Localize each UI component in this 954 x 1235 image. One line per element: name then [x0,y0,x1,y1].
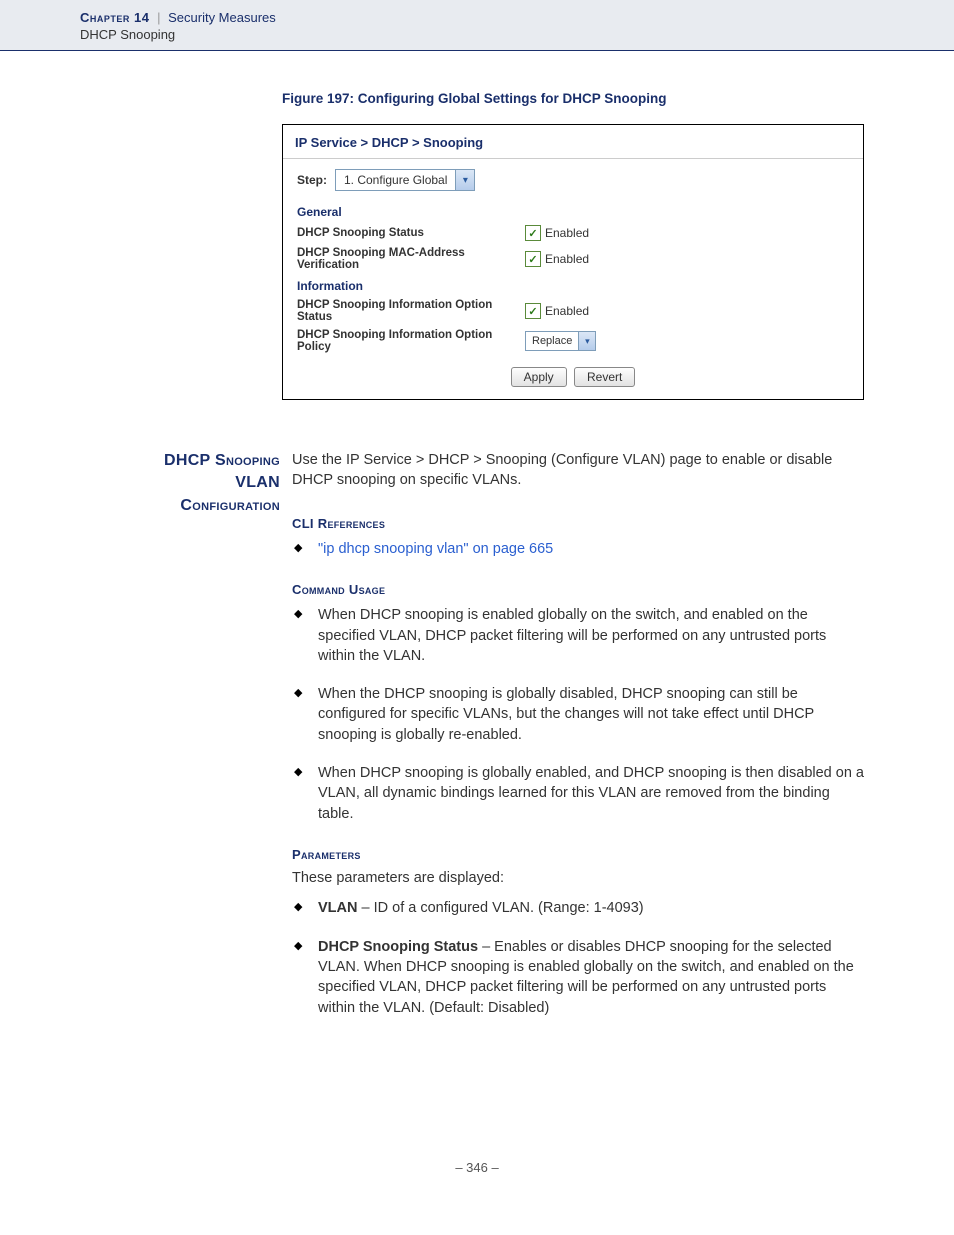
checkbox-mac[interactable]: ✓ [525,251,541,267]
row-label-opt-policy: DHCP Snooping Information Option Policy [297,329,525,353]
list-item: When DHCP snooping is globally enabled, … [292,763,864,824]
list-item: VLAN – ID of a configured VLAN. (Range: … [292,898,864,918]
step-dropdown[interactable]: 1. Configure Global ▾ [335,169,475,191]
side-title-line1: DHCP Snooping [80,450,280,472]
list-item: When the DHCP snooping is globally disab… [292,684,864,745]
parameters-intro: These parameters are displayed: [292,868,864,888]
side-title-line2: VLAN [80,472,280,494]
chapter-label: Chapter 14 [80,10,149,25]
parameters-heading: Parameters [292,846,864,864]
page-number: – 346 – [0,1160,954,1175]
section-intro: Use the IP Service > DHCP > Snooping (Co… [292,450,864,491]
enabled-label: Enabled [545,226,589,240]
checkbox-status[interactable]: ✓ [525,225,541,241]
command-usage-heading: Command Usage [292,581,864,599]
chevron-down-icon: ▾ [455,170,474,190]
apply-button[interactable]: Apply [511,367,567,387]
policy-dropdown[interactable]: Replace ▾ [525,331,596,351]
page-header: Chapter 14 | Security Measures DHCP Snoo… [0,0,954,51]
side-title-line3: Configuration [80,495,280,517]
cli-references-heading: CLI References [292,515,864,533]
param-name: DHCP Snooping Status [318,939,478,955]
information-heading: Information [297,279,849,293]
row-label-opt-status: DHCP Snooping Information Option Status [297,299,525,323]
header-separator: | [157,10,160,25]
figure-breadcrumb: IP Service > DHCP > Snooping [283,125,863,159]
row-label-status: DHCP Snooping Status [297,227,525,239]
list-item: DHCP Snooping Status – Enables or disabl… [292,937,864,1018]
policy-dropdown-value: Replace [526,335,578,347]
section-side-title: DHCP Snooping VLAN Configuration [80,450,280,1040]
revert-button[interactable]: Revert [574,367,635,387]
row-label-mac: DHCP Snooping MAC-Address Verification [297,247,525,271]
section-label: Security Measures [168,10,276,25]
general-heading: General [297,205,849,219]
checkbox-opt-status[interactable]: ✓ [525,303,541,319]
list-item: "ip dhcp snooping vlan" on page 665 [292,539,864,559]
enabled-label: Enabled [545,304,589,318]
param-name: VLAN [318,900,357,916]
enabled-label: Enabled [545,252,589,266]
figure-caption: Figure 197: Configuring Global Settings … [282,91,954,106]
figure-panel: IP Service > DHCP > Snooping Step: 1. Co… [282,124,864,400]
chevron-down-icon: ▾ [578,332,595,350]
cli-reference-link[interactable]: "ip dhcp snooping vlan" on page 665 [318,541,553,557]
step-label: Step: [297,173,327,187]
list-item: When DHCP snooping is enabled globally o… [292,605,864,666]
step-dropdown-value: 1. Configure Global [336,173,455,187]
subsection-label: DHCP Snooping [80,27,954,42]
param-desc: – ID of a configured VLAN. (Range: 1-409… [357,900,643,916]
